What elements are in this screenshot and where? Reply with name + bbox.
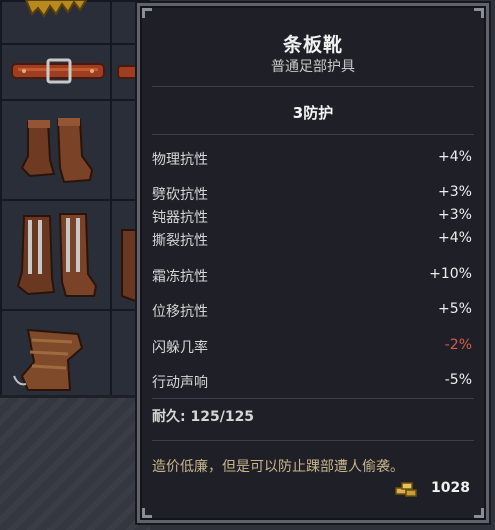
stat-label: 位移抗性	[152, 304, 208, 320]
inventory-grid	[0, 0, 150, 397]
stat-value: +10%	[429, 266, 472, 282]
stat-label: 钝器抗性	[152, 210, 208, 226]
stat-row-slash: 劈砍抗性 +3%	[152, 184, 472, 204]
divider	[152, 398, 474, 399]
stat-value: -2%	[444, 337, 472, 353]
durability: 耐久: 125/125	[152, 406, 254, 426]
divider	[152, 440, 474, 441]
stat-label: 劈砍抗性	[152, 187, 208, 203]
stat-value: +3%	[438, 184, 472, 200]
stat-row-frost: 霜冻抗性 +10%	[152, 266, 472, 286]
item-description: 造价低廉，但是可以防止踝部遭人偷袭。	[152, 459, 404, 475]
stat-label: 撕裂抗性	[152, 233, 208, 249]
short-boots-icon[interactable]	[18, 116, 98, 188]
corner-ornament-icon	[474, 508, 484, 518]
stat-value: -5%	[444, 372, 472, 388]
armor-value: 3防护	[292, 104, 334, 122]
item-name: 条板靴	[282, 34, 343, 56]
gold-coins-icon	[395, 482, 417, 497]
durability-label: 耐久:	[152, 409, 191, 425]
stat-row-displacement: 位移抗性 +5%	[152, 301, 472, 321]
stat-label: 霜冻抗性	[152, 269, 208, 285]
stat-row-noise: 行动声响 -5%	[152, 372, 472, 392]
stone-floor	[0, 395, 150, 530]
stat-row-rend: 撕裂抗性 +4%	[152, 230, 472, 250]
corner-ornament-icon	[474, 8, 484, 18]
corner-ornament-icon	[142, 508, 152, 518]
stat-value: +3%	[438, 207, 472, 223]
stat-row-blunt: 钝器抗性 +3%	[152, 207, 472, 227]
stat-row-physical: 物理抗性 +4%	[152, 149, 472, 169]
item-tooltip: 条板靴 普通足部护具 3防护 物理抗性 +4% 劈砍抗性 +3% 钝器抗性 +3…	[137, 3, 489, 523]
splinted-boots-icon[interactable]	[14, 212, 100, 300]
stat-label: 闪躲几率	[152, 340, 208, 356]
stat-value: +5%	[438, 301, 472, 317]
item-type: 普通足部护具	[271, 59, 355, 75]
stat-value: +4%	[438, 149, 472, 165]
stat-label: 行动声响	[152, 375, 208, 391]
stat-label: 物理抗性	[152, 152, 208, 168]
divider	[152, 86, 474, 87]
stat-value: +4%	[438, 230, 472, 246]
durability-value: 125/125	[190, 409, 255, 425]
belt-icon[interactable]	[10, 56, 106, 86]
item-price: 1028	[431, 480, 470, 496]
corner-ornament-icon	[142, 8, 152, 18]
wrapped-boots-icon[interactable]	[8, 326, 98, 394]
divider	[152, 134, 474, 135]
gloves-icon[interactable]	[22, 0, 92, 22]
stat-row-dodge: 闪躲几率 -2%	[152, 337, 472, 357]
